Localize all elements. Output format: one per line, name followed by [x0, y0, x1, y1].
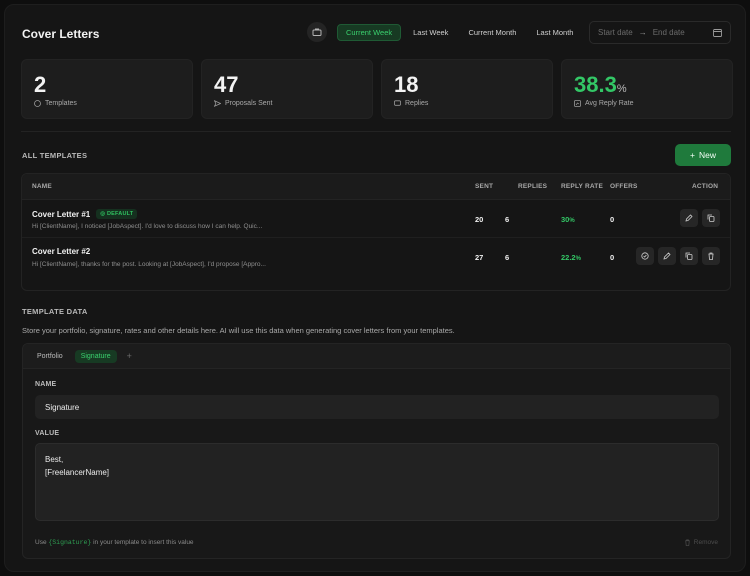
plus-icon: +: [690, 150, 695, 160]
template-name: Cover Letter #1: [32, 209, 91, 219]
remove-button[interactable]: Remove: [684, 539, 718, 546]
stat-value: 2: [34, 72, 47, 97]
template-data-heading: TEMPLATE DATA: [22, 307, 88, 316]
trash-icon: [685, 539, 690, 546]
duplicate-button[interactable]: [680, 247, 698, 265]
all-templates-heading: ALL TEMPLATES: [22, 151, 88, 160]
page-header: Cover Letters Current Week Last Week Cur…: [5, 19, 745, 49]
value-textarea[interactable]: Best, [FreelancerName]: [35, 443, 719, 521]
range-current-week[interactable]: Current Week: [337, 24, 402, 41]
col-action: ACTION: [692, 183, 719, 190]
range-last-month[interactable]: Last Month: [528, 24, 581, 41]
table-row[interactable]: Cover Letter #2 Hi [ClientName], thanks …: [22, 238, 730, 276]
edit-button[interactable]: [658, 247, 676, 265]
trash-icon: [708, 252, 714, 260]
page-title: Cover Letters: [22, 27, 100, 41]
calendar-icon[interactable]: [713, 28, 722, 37]
edit-icon: [663, 252, 671, 260]
settings-button[interactable]: [307, 22, 327, 42]
range-last-week[interactable]: Last Week: [405, 24, 456, 41]
stat-card-templates: 2 Templates: [21, 59, 193, 119]
replies-count: 6: [505, 215, 510, 224]
duplicate-button[interactable]: [702, 209, 720, 227]
stat-card-reply-rate: 38.3% Avg Reply Rate: [561, 59, 733, 119]
name-input[interactable]: Signature: [35, 395, 719, 419]
delete-button[interactable]: [702, 247, 720, 265]
edit-button[interactable]: [680, 209, 698, 227]
end-date-input[interactable]: End date: [653, 28, 685, 37]
check-circle-icon: [641, 252, 649, 260]
col-sent: SENT: [475, 183, 494, 190]
stat-value: 47: [214, 72, 239, 97]
col-reply-rate: REPLY RATE: [561, 183, 603, 190]
template-preview: Hi [ClientName], I noticed [JobAspect]. …: [32, 223, 263, 230]
stat-value: 38.3%: [574, 72, 627, 97]
usage-hint: Use {Signature} in your template to inse…: [35, 539, 194, 546]
sent-count: 27: [475, 253, 484, 262]
briefcase-icon: [312, 28, 322, 36]
start-date-input[interactable]: Start date: [598, 28, 633, 37]
row-actions: [680, 209, 720, 227]
percent-unit: %: [616, 83, 627, 95]
stat-label: Templates: [45, 100, 77, 107]
app-window: Cover Letters Current Week Last Week Cur…: [4, 4, 746, 572]
stat-label: Avg Reply Rate: [585, 100, 634, 107]
add-tab-button[interactable]: +: [123, 351, 136, 361]
new-template-button[interactable]: + New: [675, 144, 731, 166]
stat-value: 18: [394, 72, 419, 97]
table-header: NAME SENT REPLIES REPLY RATE OFFERS ACTI…: [22, 174, 730, 200]
col-name: NAME: [32, 183, 52, 190]
default-badge: ◎ DEFAULT: [96, 209, 138, 219]
col-offers: OFFERS: [610, 183, 638, 190]
col-replies: REPLIES: [518, 183, 548, 190]
copy-icon: [707, 214, 715, 222]
date-range-picker[interactable]: Start date → End date: [589, 21, 731, 44]
range-current-month[interactable]: Current Month: [460, 24, 524, 41]
divider: [21, 131, 731, 132]
stat-card-replies: 18 Replies: [381, 59, 553, 119]
sent-count: 20: [475, 215, 484, 224]
send-icon: [214, 100, 221, 107]
template-data-description: Store your portfolio, signature, rates a…: [22, 326, 455, 335]
chat-icon: [394, 100, 401, 106]
template-name: Cover Letter #2: [32, 247, 91, 256]
chart-icon: [574, 100, 581, 107]
stats-row: 2 Templates 47 Proposals Sent 18 Replies…: [21, 59, 733, 119]
offers-count: 0: [610, 215, 615, 224]
arrow-right-icon: →: [638, 28, 647, 37]
template-preview: Hi [ClientName], thanks for the post. Lo…: [32, 261, 266, 268]
range-selector: Current Week Last Week Current Month Las…: [337, 24, 581, 42]
tab-signature[interactable]: Signature: [74, 349, 117, 363]
value-label: VALUE: [35, 430, 60, 437]
reply-rate: 30%: [561, 215, 575, 224]
set-default-button[interactable]: [636, 247, 654, 265]
edit-icon: [685, 214, 693, 222]
stat-card-proposals: 47 Proposals Sent: [201, 59, 373, 119]
offers-count: 0: [610, 253, 615, 262]
row-actions: [636, 247, 720, 265]
data-tabs: Portfolio Signature +: [23, 344, 730, 369]
template-data-panel: Portfolio Signature + NAME Signature VAL…: [22, 343, 731, 559]
name-label: NAME: [35, 381, 57, 388]
table-row[interactable]: Cover Letter #1 ◎ DEFAULT Hi [ClientName…: [22, 200, 730, 238]
stat-label: Replies: [405, 100, 429, 107]
templates-table: NAME SENT REPLIES REPLY RATE OFFERS ACTI…: [21, 173, 731, 291]
document-icon: [34, 100, 41, 107]
tab-portfolio[interactable]: Portfolio: [31, 350, 69, 363]
stat-label: Proposals Sent: [225, 100, 273, 107]
variable-token: {Signature}: [48, 539, 92, 546]
reply-rate: 22.2%: [561, 253, 581, 262]
copy-icon: [685, 252, 693, 260]
replies-count: 6: [505, 253, 510, 262]
